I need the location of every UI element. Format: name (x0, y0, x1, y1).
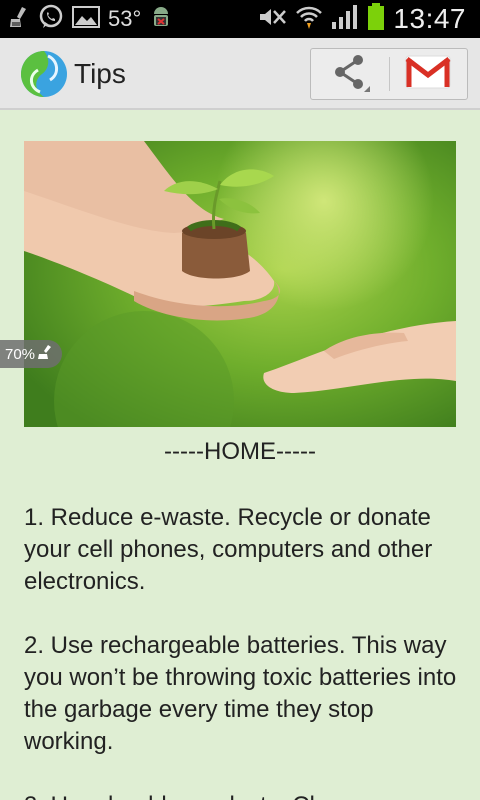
share-icon (330, 52, 370, 96)
tip-item: 2. Use rechargeable batteries. This way … (24, 632, 457, 755)
whatsapp-icon (38, 4, 64, 34)
app-logo-icon[interactable] (20, 50, 68, 98)
android-alert-icon (149, 4, 173, 34)
tip-item: 1. Reduce e-waste. Recycle or donate you… (24, 504, 433, 595)
signal-icon (331, 4, 359, 34)
action-buttons (310, 48, 468, 100)
notification-icons: 53° (8, 4, 173, 34)
wifi-icon (295, 3, 323, 35)
system-icons: 13:47 (257, 3, 466, 35)
section-title: -----HOME----- (164, 438, 316, 465)
battery-percent: 70% (5, 345, 36, 363)
hero-image-seedling-hands (24, 141, 456, 427)
gmail-icon (405, 55, 451, 93)
broom-icon (38, 344, 54, 364)
status-bar: 53° 13:47 (0, 0, 480, 38)
temperature-text: 53° (108, 6, 142, 31)
broom-icon (8, 5, 30, 33)
share-button[interactable] (311, 49, 389, 99)
mute-icon (257, 5, 287, 33)
tip-item: 3. Use durable products. Choo (24, 790, 464, 800)
battery-icon (367, 3, 385, 35)
clock: 13:47 (393, 3, 466, 34)
page-title: Tips (74, 58, 126, 89)
battery-overlay-badge[interactable]: 70% (0, 340, 62, 368)
action-bar: Tips (0, 38, 480, 110)
gmail-share-button[interactable] (390, 49, 468, 99)
tips-content[interactable]: -----HOME----- 1. Reduce e-waste. Recycl… (0, 112, 480, 800)
image-icon (72, 5, 100, 33)
